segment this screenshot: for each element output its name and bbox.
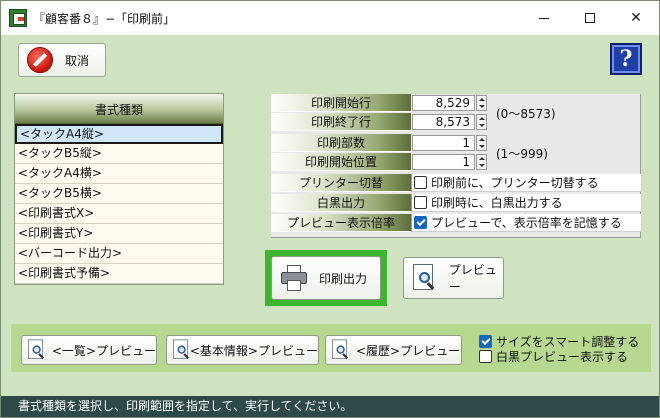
printer-switch-row: プリンター切替 印刷前に、プリンター切替する bbox=[271, 174, 641, 192]
print-end-spinner[interactable] bbox=[476, 114, 487, 130]
list-preview-button[interactable]: <一覧>プレビュー bbox=[21, 335, 157, 365]
cancel-icon bbox=[27, 47, 53, 73]
printer-switch-label: プリンター切替 bbox=[271, 174, 411, 192]
title-bar: 『顧客番８』−「印刷前」 ✕ bbox=[1, 1, 659, 35]
printer-icon bbox=[281, 265, 307, 291]
copies-label: 印刷部数 bbox=[271, 134, 411, 152]
form-type-item-format-y[interactable]: <印刷書式Y> bbox=[15, 224, 223, 244]
bw-preview-checkbox[interactable]: 白黒プレビュー表示する bbox=[479, 349, 639, 364]
smart-size-checkbox-box[interactable] bbox=[479, 335, 492, 348]
bw-output-checkbox-box[interactable] bbox=[414, 196, 427, 209]
preview-button[interactable]: プレビュー bbox=[403, 257, 504, 299]
form-type-list: 書式種類 <タックA4縦> <タックB5縦> <タックA4横> <タックB5横>… bbox=[14, 93, 224, 285]
print-settings-panel: 印刷開始行 8,529 印刷終了行 8,573 (0〜8573) 印刷部数 1 … bbox=[271, 94, 641, 238]
printer-switch-checkbox[interactable]: 印刷前に、プリンター切替する bbox=[411, 174, 641, 192]
cancel-button[interactable]: 取消 bbox=[18, 43, 106, 77]
copies-spinner[interactable] bbox=[476, 135, 487, 151]
form-type-item-tack-a4-landscape[interactable]: <タックA4横> bbox=[15, 164, 223, 184]
preview-zoom-label: プレビュー表示倍率 bbox=[271, 214, 411, 232]
bw-preview-checkbox-box[interactable] bbox=[479, 350, 492, 363]
form-type-item-barcode[interactable]: <バーコード出力> bbox=[15, 244, 223, 264]
basic-info-preview-button[interactable]: <基本情報>プレビュー bbox=[166, 335, 319, 365]
maximize-icon bbox=[585, 13, 595, 23]
print-dialog-window: 『顧客番８』−「印刷前」 ✕ 取消 ? 書式種類 <タックA4縦> <タックB5… bbox=[0, 0, 660, 418]
print-start-label: 印刷開始行 bbox=[271, 94, 411, 112]
preview-zoom-option: プレビューで、表示倍率を記憶する bbox=[431, 216, 622, 230]
maximize-button[interactable] bbox=[567, 1, 613, 35]
form-type-item-format-x[interactable]: <印刷書式X> bbox=[15, 204, 223, 224]
preview-zoom-checkbox[interactable]: プレビューで、表示倍率を記憶する bbox=[411, 214, 641, 232]
preview-zoom-checkbox-box[interactable] bbox=[414, 216, 427, 229]
help-button[interactable]: ? bbox=[610, 43, 642, 75]
row-range-note: (0〜8573) bbox=[496, 107, 556, 121]
start-position-row: 印刷開始位置 1 bbox=[271, 153, 641, 171]
history-preview-button[interactable]: <履歴>プレビュー bbox=[325, 335, 462, 365]
form-type-list-header: 書式種類 bbox=[15, 94, 223, 124]
smart-size-checkbox[interactable]: サイズをスマート調整する bbox=[479, 334, 639, 349]
form-type-item-tack-a4-portrait[interactable]: <タックA4縦> bbox=[15, 124, 223, 144]
preview-zoom-row: プレビュー表示倍率 プレビューで、表示倍率を記憶する bbox=[271, 214, 641, 232]
bw-output-checkbox[interactable]: 印刷時に、白黒出力する bbox=[411, 194, 641, 212]
print-end-row: 印刷終了行 8,573 bbox=[271, 113, 641, 131]
print-end-label: 印刷終了行 bbox=[271, 113, 411, 131]
start-position-label: 印刷開始位置 bbox=[271, 153, 411, 171]
start-position-spinner[interactable] bbox=[476, 154, 487, 170]
minimize-button[interactable] bbox=[521, 1, 567, 35]
form-type-item-reserve[interactable]: <印刷書式予備> bbox=[15, 264, 223, 284]
help-icon: ? bbox=[619, 46, 633, 72]
magnifier-document-icon bbox=[332, 339, 349, 361]
copies-range-note: (1〜999) bbox=[496, 147, 548, 161]
print-start-row: 印刷開始行 8,529 bbox=[271, 94, 641, 112]
basic-info-preview-label: <基本情報>プレビュー bbox=[189, 343, 318, 358]
form-type-item-tack-b5-landscape[interactable]: <タックB5横> bbox=[15, 184, 223, 204]
copies-input[interactable]: 1 bbox=[412, 135, 475, 151]
print-output-label: 印刷出力 bbox=[319, 271, 368, 286]
start-position-input[interactable]: 1 bbox=[412, 154, 475, 170]
print-end-input[interactable]: 8,573 bbox=[412, 114, 475, 130]
status-bar: 書式種類を選択し、印刷範囲を指定して、実行してください。 bbox=[1, 396, 659, 417]
bw-output-row: 白黒出力 印刷時に、白黒出力する bbox=[271, 194, 641, 212]
history-preview-label: <履歴>プレビュー bbox=[356, 343, 461, 358]
printer-switch-checkbox-box[interactable] bbox=[414, 176, 427, 189]
app-icon bbox=[9, 9, 27, 27]
preview-options: サイズをスマート調整する 白黒プレビュー表示する bbox=[479, 334, 639, 364]
cancel-button-label: 取消 bbox=[65, 53, 90, 68]
bw-output-label: 白黒出力 bbox=[271, 194, 411, 212]
copies-row: 印刷部数 1 bbox=[271, 134, 641, 152]
close-icon: ✕ bbox=[630, 10, 642, 26]
close-button[interactable]: ✕ bbox=[613, 1, 659, 35]
list-preview-label: <一覧>プレビュー bbox=[51, 343, 156, 358]
printer-switch-option: 印刷前に、プリンター切替する bbox=[431, 176, 599, 190]
preview-label: プレビュー bbox=[448, 263, 497, 294]
magnifier-document-icon bbox=[413, 264, 435, 292]
form-type-item-tack-b5-portrait[interactable]: <タックB5縦> bbox=[15, 144, 223, 164]
window-title: 『顧客番８』−「印刷前」 bbox=[33, 12, 176, 26]
bw-preview-label: 白黒プレビュー表示する bbox=[496, 350, 629, 364]
magnifier-document-icon bbox=[28, 339, 45, 361]
print-start-input[interactable]: 8,529 bbox=[412, 95, 475, 111]
print-start-spinner[interactable] bbox=[476, 95, 487, 111]
print-output-button[interactable]: 印刷出力 bbox=[271, 256, 381, 300]
magnifier-document-icon bbox=[173, 339, 190, 361]
minimize-icon bbox=[539, 17, 549, 19]
bw-output-option: 印刷時に、白黒出力する bbox=[431, 196, 563, 210]
